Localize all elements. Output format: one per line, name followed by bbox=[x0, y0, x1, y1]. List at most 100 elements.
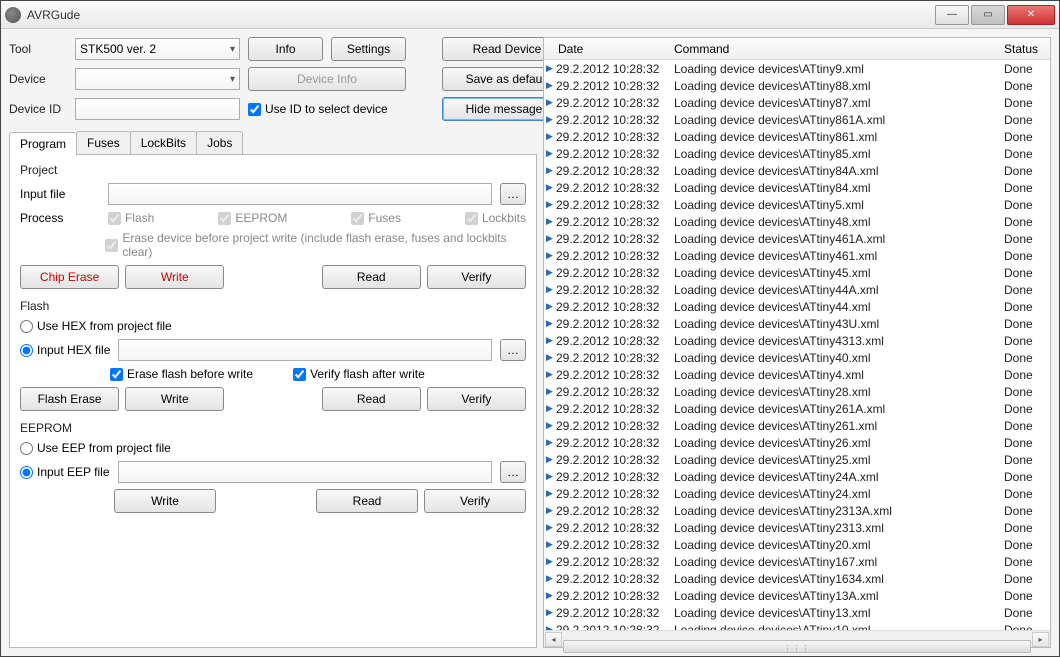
process-flash-check[interactable]: Flash bbox=[108, 211, 154, 225]
expand-arrow-icon[interactable]: ▶ bbox=[546, 352, 556, 363]
log-row[interactable]: ▶29.2.2012 10:28:32Loading device device… bbox=[544, 451, 1050, 468]
expand-arrow-icon[interactable]: ▶ bbox=[546, 318, 556, 329]
expand-arrow-icon[interactable]: ▶ bbox=[546, 590, 556, 601]
tab-jobs[interactable]: Jobs bbox=[196, 131, 243, 154]
log-row[interactable]: ▶29.2.2012 10:28:32Loading device device… bbox=[544, 298, 1050, 315]
log-header-command[interactable]: Command bbox=[674, 42, 1004, 56]
input-eep-radio[interactable]: Input EEP file bbox=[20, 465, 110, 479]
expand-arrow-icon[interactable]: ▶ bbox=[546, 216, 556, 227]
log-row[interactable]: ▶29.2.2012 10:28:32Loading device device… bbox=[544, 434, 1050, 451]
expand-arrow-icon[interactable]: ▶ bbox=[546, 267, 556, 278]
log-row[interactable]: ▶29.2.2012 10:28:32Loading device device… bbox=[544, 502, 1050, 519]
log-row[interactable]: ▶29.2.2012 10:28:32Loading device device… bbox=[544, 60, 1050, 77]
expand-arrow-icon[interactable]: ▶ bbox=[546, 488, 556, 499]
tab-lockbits[interactable]: LockBits bbox=[130, 131, 197, 154]
input-hex-radio[interactable]: Input HEX file bbox=[20, 343, 110, 357]
log-row[interactable]: ▶29.2.2012 10:28:32Loading device device… bbox=[544, 417, 1050, 434]
expand-arrow-icon[interactable]: ▶ bbox=[546, 114, 556, 125]
project-verify-button[interactable]: Verify bbox=[427, 265, 526, 289]
log-row[interactable]: ▶29.2.2012 10:28:32Loading device device… bbox=[544, 111, 1050, 128]
expand-arrow-icon[interactable]: ▶ bbox=[546, 454, 556, 465]
log-row[interactable]: ▶29.2.2012 10:28:32Loading device device… bbox=[544, 145, 1050, 162]
expand-arrow-icon[interactable]: ▶ bbox=[546, 63, 556, 74]
flash-verify-button[interactable]: Verify bbox=[427, 387, 526, 411]
use-id-checkbox[interactable]: Use ID to select device bbox=[248, 102, 406, 116]
expand-arrow-icon[interactable]: ▶ bbox=[546, 97, 556, 108]
log-row[interactable]: ▶29.2.2012 10:28:32Loading device device… bbox=[544, 162, 1050, 179]
eeprom-input-file[interactable] bbox=[118, 461, 493, 483]
log-row[interactable]: ▶29.2.2012 10:28:32Loading device device… bbox=[544, 281, 1050, 298]
expand-arrow-icon[interactable]: ▶ bbox=[546, 250, 556, 261]
expand-arrow-icon[interactable]: ▶ bbox=[546, 182, 556, 193]
flash-erase-button[interactable]: Flash Erase bbox=[20, 387, 119, 411]
info-button[interactable]: Info bbox=[248, 37, 323, 61]
device-info-button[interactable]: Device Info bbox=[248, 67, 406, 91]
process-lockbits-check[interactable]: Lockbits bbox=[465, 211, 526, 225]
tab-fuses[interactable]: Fuses bbox=[76, 131, 131, 154]
log-list[interactable]: ▶29.2.2012 10:28:32Loading device device… bbox=[544, 60, 1050, 630]
maximize-button[interactable]: ▭ bbox=[971, 5, 1005, 25]
log-hscrollbar[interactable]: ◂ ⋮⋮⋮ ▸ bbox=[544, 630, 1050, 647]
eeprom-browse-button[interactable]: … bbox=[500, 461, 526, 483]
log-header-status[interactable]: Status bbox=[1004, 42, 1050, 56]
expand-arrow-icon[interactable]: ▶ bbox=[546, 369, 556, 380]
expand-arrow-icon[interactable]: ▶ bbox=[546, 420, 556, 431]
expand-arrow-icon[interactable]: ▶ bbox=[546, 165, 556, 176]
log-row[interactable]: ▶29.2.2012 10:28:32Loading device device… bbox=[544, 468, 1050, 485]
project-write-button[interactable]: Write bbox=[125, 265, 224, 289]
expand-arrow-icon[interactable]: ▶ bbox=[546, 386, 556, 397]
log-row[interactable]: ▶29.2.2012 10:28:32Loading device device… bbox=[544, 570, 1050, 587]
expand-arrow-icon[interactable]: ▶ bbox=[546, 539, 556, 550]
expand-arrow-icon[interactable]: ▶ bbox=[546, 471, 556, 482]
eeprom-write-button[interactable]: Write bbox=[114, 489, 216, 513]
log-row[interactable]: ▶29.2.2012 10:28:32Loading device device… bbox=[544, 485, 1050, 502]
log-row[interactable]: ▶29.2.2012 10:28:32Loading device device… bbox=[544, 621, 1050, 630]
expand-arrow-icon[interactable]: ▶ bbox=[546, 573, 556, 584]
log-row[interactable]: ▶29.2.2012 10:28:32Loading device device… bbox=[544, 553, 1050, 570]
project-input-file[interactable] bbox=[108, 183, 492, 205]
flash-read-button[interactable]: Read bbox=[322, 387, 421, 411]
log-row[interactable]: ▶29.2.2012 10:28:32Loading device device… bbox=[544, 400, 1050, 417]
project-read-button[interactable]: Read bbox=[322, 265, 421, 289]
process-fuses-check[interactable]: Fuses bbox=[351, 211, 401, 225]
device-combo[interactable] bbox=[75, 68, 240, 90]
settings-button[interactable]: Settings bbox=[331, 37, 406, 61]
verify-flash-after-check[interactable]: Verify flash after write bbox=[293, 367, 425, 381]
use-hex-project-radio[interactable]: Use HEX from project file bbox=[20, 319, 526, 333]
use-eep-project-radio[interactable]: Use EEP from project file bbox=[20, 441, 526, 455]
log-row[interactable]: ▶29.2.2012 10:28:32Loading device device… bbox=[544, 230, 1050, 247]
minimize-button[interactable]: — bbox=[935, 5, 969, 25]
log-row[interactable]: ▶29.2.2012 10:28:32Loading device device… bbox=[544, 536, 1050, 553]
expand-arrow-icon[interactable]: ▶ bbox=[546, 522, 556, 533]
expand-arrow-icon[interactable]: ▶ bbox=[546, 131, 556, 142]
log-row[interactable]: ▶29.2.2012 10:28:32Loading device device… bbox=[544, 315, 1050, 332]
expand-arrow-icon[interactable]: ▶ bbox=[546, 403, 556, 414]
eeprom-read-button[interactable]: Read bbox=[316, 489, 418, 513]
expand-arrow-icon[interactable]: ▶ bbox=[546, 199, 556, 210]
log-row[interactable]: ▶29.2.2012 10:28:32Loading device device… bbox=[544, 383, 1050, 400]
hscroll-right-arrow[interactable]: ▸ bbox=[1032, 632, 1049, 647]
flash-browse-button[interactable]: … bbox=[500, 339, 526, 361]
log-row[interactable]: ▶29.2.2012 10:28:32Loading device device… bbox=[544, 349, 1050, 366]
log-row[interactable]: ▶29.2.2012 10:28:32Loading device device… bbox=[544, 366, 1050, 383]
expand-arrow-icon[interactable]: ▶ bbox=[546, 437, 556, 448]
expand-arrow-icon[interactable]: ▶ bbox=[546, 301, 556, 312]
device-id-input[interactable] bbox=[75, 98, 240, 120]
process-eeprom-check[interactable]: EEPROM bbox=[218, 211, 287, 225]
erase-flash-before-check[interactable]: Erase flash before write bbox=[110, 367, 253, 381]
project-browse-button[interactable]: … bbox=[500, 183, 526, 205]
flash-write-button[interactable]: Write bbox=[125, 387, 224, 411]
close-button[interactable]: ✕ bbox=[1007, 5, 1055, 25]
eeprom-verify-button[interactable]: Verify bbox=[424, 489, 526, 513]
expand-arrow-icon[interactable]: ▶ bbox=[546, 148, 556, 159]
hscroll-left-arrow[interactable]: ◂ bbox=[545, 632, 562, 647]
log-row[interactable]: ▶29.2.2012 10:28:32Loading device device… bbox=[544, 247, 1050, 264]
expand-arrow-icon[interactable]: ▶ bbox=[546, 335, 556, 346]
tab-program[interactable]: Program bbox=[9, 132, 77, 155]
log-row[interactable]: ▶29.2.2012 10:28:32Loading device device… bbox=[544, 213, 1050, 230]
log-row[interactable]: ▶29.2.2012 10:28:32Loading device device… bbox=[544, 587, 1050, 604]
tool-combo[interactable]: STK500 ver. 2 bbox=[75, 38, 240, 60]
log-row[interactable]: ▶29.2.2012 10:28:32Loading device device… bbox=[544, 179, 1050, 196]
expand-arrow-icon[interactable]: ▶ bbox=[546, 505, 556, 516]
log-row[interactable]: ▶29.2.2012 10:28:32Loading device device… bbox=[544, 519, 1050, 536]
